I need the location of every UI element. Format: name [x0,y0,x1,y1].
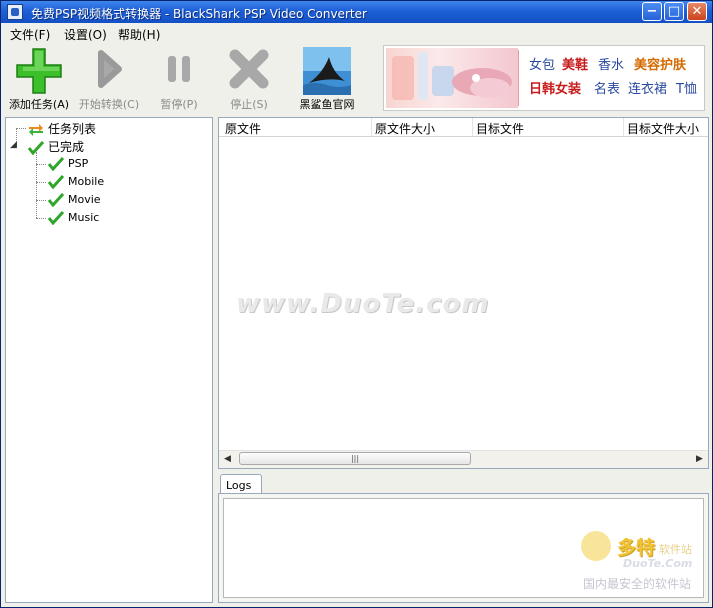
toolbar: 添加任务(A) 开始转换(C) 暂停(P) 停止(S) 黑鲨鱼官网 女包 美鞋 … [1,43,712,115]
start-convert-button[interactable]: 开始转换(C) [73,43,145,115]
column-target-size[interactable]: 目标文件大小 [627,120,699,137]
close-button[interactable]: ✕ [687,2,707,21]
menu-settings[interactable]: 设置(O) [64,26,107,43]
stop-button[interactable]: 停止(S) [213,43,285,115]
tree-item-music-label: Music [68,211,100,224]
tree-item-movie[interactable]: Movie [48,192,101,208]
play-icon [98,50,122,88]
column-header: 原文件 原文件大小 目标文件 目标文件大小 [219,118,708,137]
tree-connector [36,152,37,218]
window-title: 免费PSP视频格式转换器 - BlackShark PSP Video Conv… [31,7,367,21]
tree-connector [36,182,46,183]
ad-link-perfume[interactable]: 香水 [598,54,624,73]
pause-button[interactable]: 暂停(P) [143,43,215,115]
minimize-button[interactable]: − [642,2,662,21]
tree-item-completed-label: 已完成 [48,140,85,154]
ad-link-tshirts[interactable]: T恤 [676,78,697,97]
app-window: 免费PSP视频格式转换器 - BlackShark PSP Video Conv… [0,0,713,608]
column-source-size[interactable]: 原文件大小 [375,120,435,137]
ad-separator [518,50,519,106]
stop-label: 停止(S) [230,98,268,111]
ad-link-watches[interactable]: 名表 [594,78,620,97]
checkmark-icon [28,140,44,155]
scroll-left-icon[interactable]: ◀ [219,451,236,467]
official-site-button[interactable]: 黑鲨鱼官网 [291,43,363,115]
tree-item-mobile-label: Mobile [68,175,105,188]
ad-link-bags[interactable]: 女包 [529,54,555,73]
tree-connector [36,164,46,165]
mascot-icon [581,531,611,561]
watermark-text: www.DuoTe.com [236,289,490,319]
tree-item-completed[interactable]: 已完成 [28,138,85,155]
x-icon [229,49,269,89]
tree-connector [36,200,46,201]
start-convert-label: 开始转换(C) [78,98,140,111]
checkmark-icon [48,210,64,225]
tree-item-task-list[interactable]: 任务列表 [28,120,96,136]
ad-product-image[interactable] [386,48,518,108]
maximize-button[interactable]: □ [664,2,684,21]
menu-file[interactable]: 文件(F) [10,26,50,43]
ad-banner[interactable]: 女包 美鞋 香水 美容护肤 日韩女装 名表 连衣裙 T恤 [383,45,705,111]
corner-brand-suffix: 软件站 [659,543,692,556]
tree-item-psp[interactable]: PSP [48,156,88,172]
column-divider[interactable] [623,118,624,136]
menu-bar: 文件(F) 设置(O) 帮助(H) [1,23,712,43]
tree-connector [36,218,46,219]
tree-item-psp-label: PSP [68,157,89,170]
checkmark-icon [48,156,64,171]
ad-link-dresses[interactable]: 连衣裙 [628,78,667,97]
plus-icon [16,48,62,94]
corner-watermark-logo: 多特 软件站 DuoTe.Com 国内最安全的软件站 [579,531,707,595]
tree-item-mobile[interactable]: Mobile [48,174,104,190]
menu-help[interactable]: 帮助(H) [118,26,160,43]
pause-icon [168,56,190,82]
swap-arrows-icon [29,123,43,136]
collapse-toggle-icon[interactable]: ◢ [10,140,17,150]
corner-site: DuoTe.Com [623,557,693,570]
corner-brand: 多特 [617,537,656,559]
tree-item-task-list-label: 任务列表 [48,122,97,136]
column-source-file[interactable]: 原文件 [225,120,261,137]
scroll-right-icon[interactable]: ▶ [691,451,708,467]
add-task-label: 添加任务(A) [8,98,70,111]
task-tree-panel[interactable]: 任务列表 ◢ 已完成 PSP Mobile Movie Music [5,117,213,603]
add-task-button[interactable]: 添加任务(A) [3,43,75,115]
ad-link-skincare[interactable]: 美容护肤 [634,54,686,73]
corner-slogan: 国内最安全的软件站 [583,577,692,591]
tree-item-music[interactable]: Music [48,210,99,226]
pause-label: 暂停(P) [160,98,198,111]
official-site-label: 黑鲨鱼官网 [299,98,355,111]
shark-logo-icon [303,47,351,95]
ad-link-shoes[interactable]: 美鞋 [562,54,588,73]
tree-connector [16,128,26,129]
horizontal-scrollbar[interactable]: ◀ ||| ▶ [219,450,708,468]
column-divider[interactable] [371,118,372,136]
tab-logs[interactable]: Logs [220,474,262,494]
scrollbar-thumb[interactable]: ||| [239,452,471,465]
checkmark-icon [48,174,64,189]
column-divider[interactable] [472,118,473,136]
ad-link-womens-wear[interactable]: 日韩女装 [529,78,581,97]
shoes-image-icon [392,52,512,100]
app-icon[interactable] [7,4,23,20]
tree-item-movie-label: Movie [68,193,101,206]
title-bar[interactable]: 免费PSP视频格式转换器 - BlackShark PSP Video Conv… [1,1,712,23]
checkmark-icon [48,192,64,207]
column-target-file[interactable]: 目标文件 [476,120,524,137]
